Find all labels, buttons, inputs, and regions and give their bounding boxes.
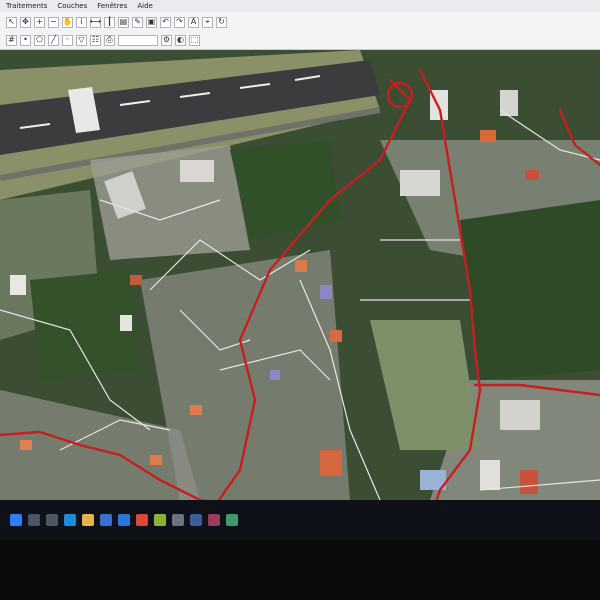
style-icon[interactable]: ◐ [175,34,186,46]
toolbar: ↖ ✥ + − ✋ i ⟷ ┃ ▤ ✎ ▣ ↶ ↷ A ⌖ ↻ # • ⬠ ╱ … [0,12,600,50]
window-menubar: Traitements Couches Fenêtres Aide [0,0,600,12]
zoom-in-icon[interactable]: + [34,16,45,28]
windows-icon[interactable] [10,514,22,526]
table-icon[interactable]: ☷ [90,34,101,46]
settings-icon[interactable]: ⚙ [161,34,172,46]
ruler-icon[interactable]: ┃ [104,16,115,28]
menu-item-fenetres[interactable]: Fenêtres [97,2,127,10]
move-icon[interactable]: ✥ [20,16,31,28]
snap-icon[interactable]: ⌖ [202,16,213,28]
identify-icon[interactable]: i [76,16,87,28]
search-icon[interactable] [28,514,40,526]
layer-dropdown[interactable] [118,34,158,46]
measure-icon[interactable]: ⟷ [90,16,101,28]
forest-area [460,200,600,380]
app-icon-2[interactable] [208,514,220,526]
windows-taskbar [0,500,600,540]
map-canvas[interactable] [0,50,600,500]
plugin-icon[interactable]: ⬚ [189,34,200,46]
select-icon[interactable]: ↖ [6,16,17,28]
undo-icon[interactable]: ↶ [160,16,171,28]
line-icon[interactable]: ╱ [48,34,59,46]
toolbar-row-1: ↖ ✥ + − ✋ i ⟷ ┃ ▤ ✎ ▣ ↶ ↷ A ⌖ ↻ [0,14,600,30]
grid-icon[interactable]: # [6,34,17,46]
edit-icon[interactable]: ✎ [132,16,143,28]
store-icon[interactable] [100,514,112,526]
print-icon[interactable]: ⎙ [104,34,115,46]
edge-icon[interactable] [64,514,76,526]
redo-icon[interactable]: ↷ [174,16,185,28]
app-icon[interactable] [190,514,202,526]
polygon-icon[interactable]: ⬠ [34,34,45,46]
monitor-bezel [0,540,600,600]
label-icon[interactable]: A [188,16,199,28]
point-icon[interactable]: ◦ [62,34,73,46]
chrome-icon[interactable] [136,514,148,526]
explorer-icon[interactable] [82,514,94,526]
app-icon-3[interactable] [226,514,238,526]
filter-icon[interactable]: ▽ [76,34,87,46]
task-view-icon[interactable] [46,514,58,526]
refresh-icon[interactable]: ↻ [216,16,227,28]
satellite-map[interactable] [0,50,600,500]
menu-item-aide[interactable]: Aide [137,2,152,10]
save-icon[interactable]: ▣ [146,16,157,28]
pan-icon[interactable]: ✋ [62,16,73,28]
layer-icon[interactable]: ▤ [118,16,129,28]
qgis-icon[interactable] [154,514,166,526]
toolbar-row-2: # • ⬠ ╱ ◦ ▽ ☷ ⎙ ⚙ ◐ ⬚ [0,32,600,48]
menu-item-couches[interactable]: Couches [57,2,87,10]
menu-item-traitements[interactable]: Traitements [6,2,47,10]
settings-icon[interactable] [172,514,184,526]
zoom-out-icon[interactable]: − [48,16,59,28]
node-icon[interactable]: • [20,34,31,46]
mail-icon[interactable] [118,514,130,526]
